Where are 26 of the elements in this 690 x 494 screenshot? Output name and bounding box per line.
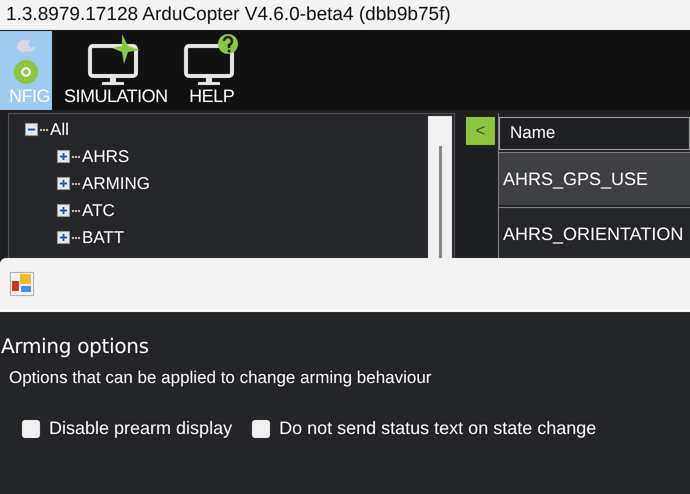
table-cell[interactable]: AHRS_GPS_USE bbox=[499, 152, 690, 206]
expand-icon[interactable] bbox=[57, 177, 70, 190]
expand-icon[interactable] bbox=[57, 231, 70, 244]
dialog-description: Options that can be applied to change arming behaviour bbox=[9, 368, 432, 388]
tree-item[interactable]: ARMING bbox=[82, 174, 150, 194]
expand-icon[interactable] bbox=[57, 204, 70, 217]
collapse-button[interactable]: < bbox=[466, 117, 495, 145]
tree-item[interactable]: ATC bbox=[82, 200, 115, 220]
tree-item[interactable]: All bbox=[50, 120, 69, 140]
scrollbar[interactable] bbox=[428, 116, 452, 260]
checkbox[interactable] bbox=[252, 420, 270, 438]
collapse-icon[interactable] bbox=[25, 123, 38, 136]
checkbox-label[interactable]: Do not send status text on state change bbox=[279, 418, 596, 439]
checkbox-label[interactable]: Disable prearm display bbox=[49, 418, 232, 439]
dialog-heading: Arming options bbox=[1, 334, 150, 358]
tree-item[interactable]: AHRS bbox=[82, 146, 130, 166]
monitor-help-icon bbox=[184, 32, 240, 86]
column-header[interactable]: Name bbox=[499, 117, 690, 150]
tree-item[interactable]: BATT bbox=[82, 228, 124, 248]
window-icon bbox=[10, 272, 34, 296]
expand-icon[interactable] bbox=[57, 150, 70, 163]
table-cell[interactable]: AHRS_ORIENTATION bbox=[499, 207, 690, 261]
checkbox[interactable] bbox=[22, 420, 40, 438]
toolbar-button[interactable]: SIMULATION bbox=[60, 31, 172, 110]
window-title: 1.3.8979.17128 ArduCopter V4.6.0-beta4 (dbb9b75f) bbox=[6, 4, 451, 26]
toolbar-button[interactable]: HELP bbox=[180, 31, 244, 110]
